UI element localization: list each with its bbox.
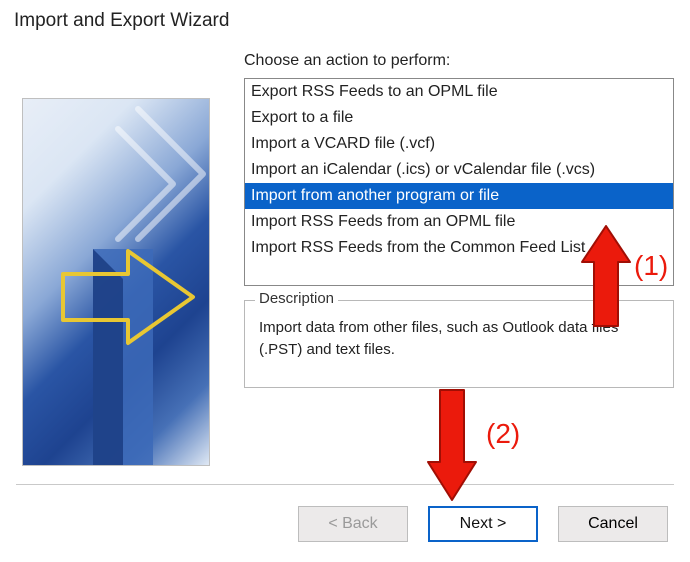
separator <box>16 484 674 485</box>
action-item[interactable]: Import RSS Feeds from an OPML file <box>245 209 673 235</box>
main-panel: Choose an action to perform: Export RSS … <box>244 38 676 388</box>
description-legend: Description <box>255 290 338 307</box>
action-item[interactable]: Import from another program or file <box>245 183 673 209</box>
annotation-label-2: (2) <box>486 418 520 450</box>
action-item[interactable]: Export to a file <box>245 105 673 131</box>
wizard-window: Import and Export Wizard Choose an actio… <box>0 0 690 562</box>
window-title: Import and Export Wizard <box>0 0 690 38</box>
back-button: < Back <box>298 506 408 542</box>
description-group: Description Import data from other files… <box>244 300 674 388</box>
annotation-label-1: (1) <box>634 250 668 282</box>
action-listbox[interactable]: Export RSS Feeds to an OPML fileExport t… <box>244 78 674 286</box>
action-item[interactable]: Export RSS Feeds to an OPML file <box>245 79 673 105</box>
description-text: Import data from other files, such as Ou… <box>259 311 659 361</box>
wizard-illustration <box>22 98 210 466</box>
annotation-arrow-2 <box>424 386 480 504</box>
content-area: Choose an action to perform: Export RSS … <box>0 38 690 388</box>
action-item[interactable]: Import a VCARD file (.vcf) <box>245 131 673 157</box>
cancel-button[interactable]: Cancel <box>558 506 668 542</box>
next-button[interactable]: Next > <box>428 506 538 542</box>
action-item[interactable]: Import RSS Feeds from the Common Feed Li… <box>245 235 673 261</box>
choose-action-label: Choose an action to perform: <box>244 52 676 70</box>
button-bar: < Back Next > Cancel <box>298 506 668 542</box>
action-item[interactable]: Import an iCalendar (.ics) or vCalendar … <box>245 157 673 183</box>
